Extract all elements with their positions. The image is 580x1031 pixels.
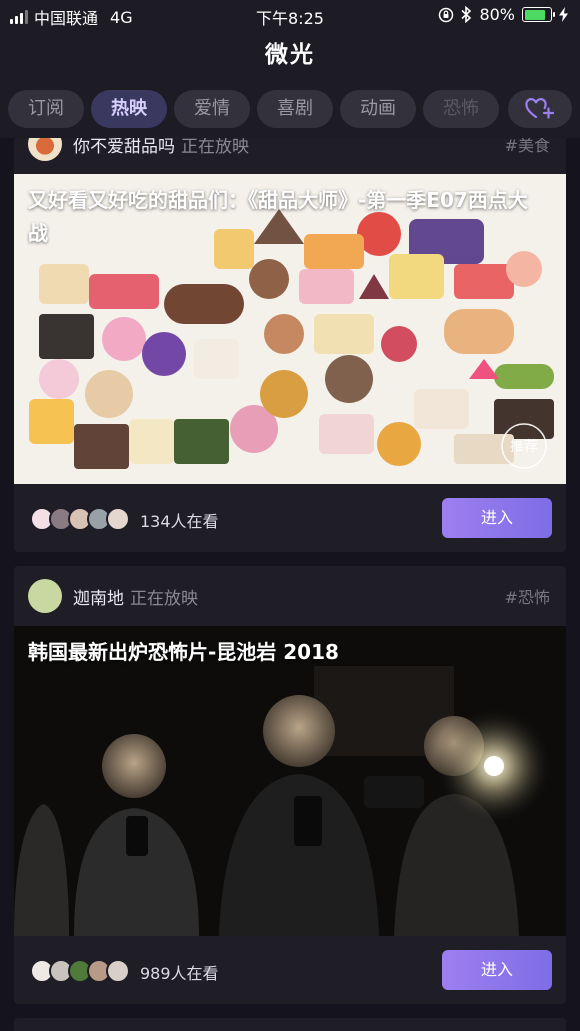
viewer-avatar [106,959,130,983]
svg-text:推荐: 推荐 [510,439,538,455]
battery-icon [522,7,555,22]
viewer-avatar [106,507,130,531]
stream-title: 韩国最新出炉恐怖片-昆池岩 2018 [28,640,339,664]
tab-animation[interactable]: 动画 [340,90,416,128]
tab-subscribe[interactable]: 订阅 [8,90,84,128]
orientation-lock-icon [439,7,454,22]
stream-card[interactable]: 迦南地 正在放映 #恐怖 韩国最新出炉恐怖片-昆池岩 2018 989人在看 进… [14,566,566,1004]
card-user-line: 迦南地 正在放映 [73,584,198,609]
stream-thumbnail[interactable]: 推荐 又好看又好吃的甜品们：《甜品大师》-第一季E07西点大战 [14,174,566,484]
card-category-tag[interactable]: #恐怖 [505,584,550,608]
category-tabs: 订阅 热映 爱情 喜剧 动画 恐怖 [0,84,580,138]
viewer-count: 989人在看 [140,964,219,983]
app-header: 微光 [0,30,580,84]
stream-thumbnail[interactable]: 韩国最新出炉恐怖片-昆池岩 2018 [14,626,566,936]
tab-romance[interactable]: 爱情 [174,90,250,128]
card-footer: 134人在看 进入 [14,484,566,552]
avatar[interactable] [28,579,62,613]
tab-hot[interactable]: 热映 [91,90,167,128]
status-right: 80% [438,5,568,24]
enter-button[interactable]: 进入 [442,498,552,538]
card-user-line: 你不爱甜品吗 正在放映 [73,138,249,157]
card-status: 正在放映 [130,589,198,609]
card-username[interactable]: 你不爱甜品吗 [73,138,175,157]
card-username[interactable]: 迦南地 [73,589,124,609]
feed[interactable]: 你不爱甜品吗 正在放映 #美食 推荐 又好看又好吃的甜品们：《甜品大师》-第一季… [0,138,580,1031]
card-status: 正在放映 [181,138,249,157]
card-footer: 989人在看 进入 [14,936,566,1004]
viewer-count: 134人在看 [140,512,219,531]
stream-card[interactable]: 你不爱甜品吗 正在放映 #美食 推荐 又好看又好吃的甜品们：《甜品大师》-第一季… [14,138,566,552]
heart-plus-icon [525,98,555,119]
stream-card-partial[interactable] [14,1018,566,1031]
tab-horror[interactable]: 恐怖 [423,90,499,128]
page-title: 微光 [265,42,315,68]
stream-title: 又好看又好吃的甜品们：《甜品大师》-第一季E07西点大战 [28,188,528,245]
charging-icon [559,7,568,22]
card-header: 迦南地 正在放映 #恐怖 [14,566,566,626]
card-category-tag[interactable]: #美食 [505,138,550,156]
status-bar: 中国联通 4G 下午8:25 80% [0,0,580,30]
card-header: 你不爱甜品吗 正在放映 #美食 [14,138,566,174]
battery-percent: 80% [479,5,515,24]
viewer-avatars [30,959,130,983]
viewer-avatars [30,507,130,531]
horror-scene-image [14,626,566,936]
avatar[interactable] [28,138,62,161]
tab-comedy[interactable]: 喜剧 [257,90,333,128]
favorite-button[interactable] [508,90,572,128]
bluetooth-icon [461,6,472,23]
enter-button[interactable]: 进入 [442,950,552,990]
